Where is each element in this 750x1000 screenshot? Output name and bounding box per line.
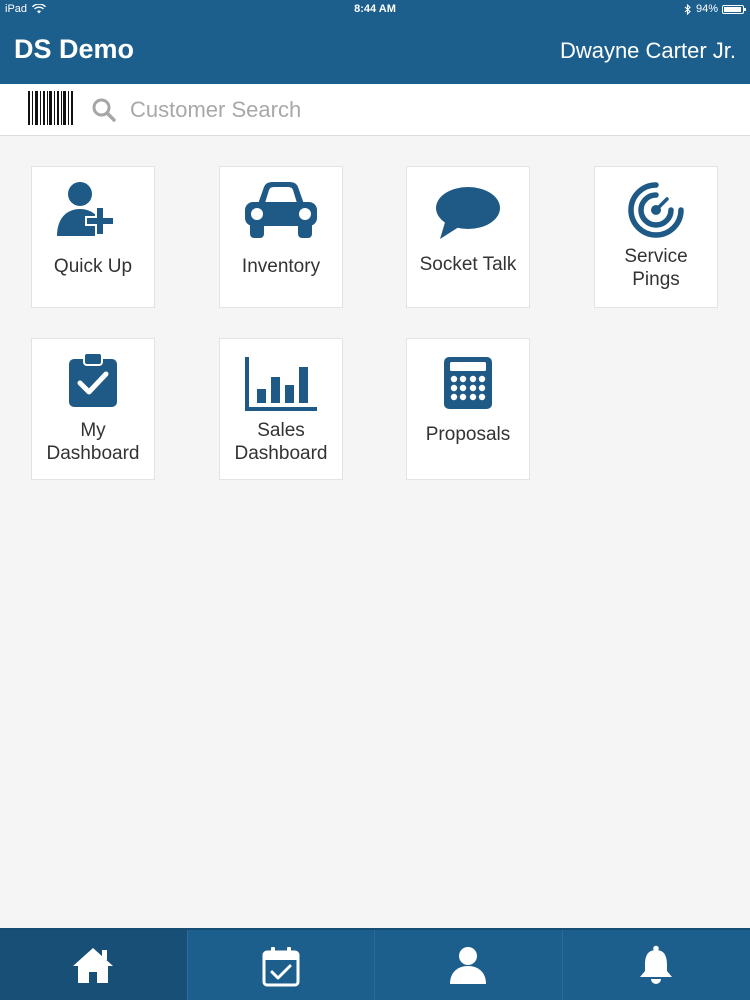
clock: 8:44 AM [354,3,396,15]
tile-label: Socket Talk [419,254,517,275]
clipboard-check-icon [69,352,117,407]
socket-talk-tile[interactable]: Socket Talk [406,166,530,308]
search-icon [92,98,116,122]
battery-icon [722,4,746,14]
tile-label: My Dashboard [46,420,140,464]
radar-icon [628,182,684,238]
tile-label: Quick Up [53,256,133,277]
battery-percent: 94% [695,3,718,15]
bar-chart-icon [245,357,317,411]
tab-notifications[interactable] [563,930,750,1000]
tile-label: Inventory [241,256,321,277]
bell-icon [640,945,673,984]
customer-search-input[interactable] [128,92,692,128]
app-header: DS Demo Dwayne Carter Jr. [0,20,750,84]
home-icon [73,948,114,983]
barcode-scan-icon[interactable] [28,91,74,125]
tab-calendar[interactable] [188,930,375,1000]
proposals-tile[interactable]: Proposals [406,338,530,480]
tab-home[interactable] [0,930,188,1000]
sales-dashboard-tile[interactable]: Sales Dashboard [219,338,343,480]
status-bar: iPad 8:44 AM 94% [0,0,750,20]
bluetooth-icon [684,3,691,15]
calculator-icon [444,357,492,409]
my-dashboard-tile[interactable]: My Dashboard [31,338,155,480]
search-bar [0,84,750,136]
car-icon [245,182,317,238]
tile-label: Sales Dashboard [234,420,328,464]
service-pings-tile[interactable]: Service Pings [594,166,718,308]
user-name[interactable]: Dwayne Carter Jr. [560,38,736,64]
calendar-check-icon [262,947,300,987]
speech-bubble-icon [436,187,500,239]
tile-label: Proposals [425,424,511,445]
user-plus-icon [57,182,115,236]
bottom-tab-bar [0,928,750,1000]
tile-label: Service Pings [624,246,688,290]
person-icon [450,947,487,984]
tab-profile[interactable] [375,930,563,1000]
quick-up-tile[interactable]: Quick Up [31,166,155,308]
app-title: DS Demo [14,34,135,64]
inventory-tile[interactable]: Inventory [219,166,343,308]
